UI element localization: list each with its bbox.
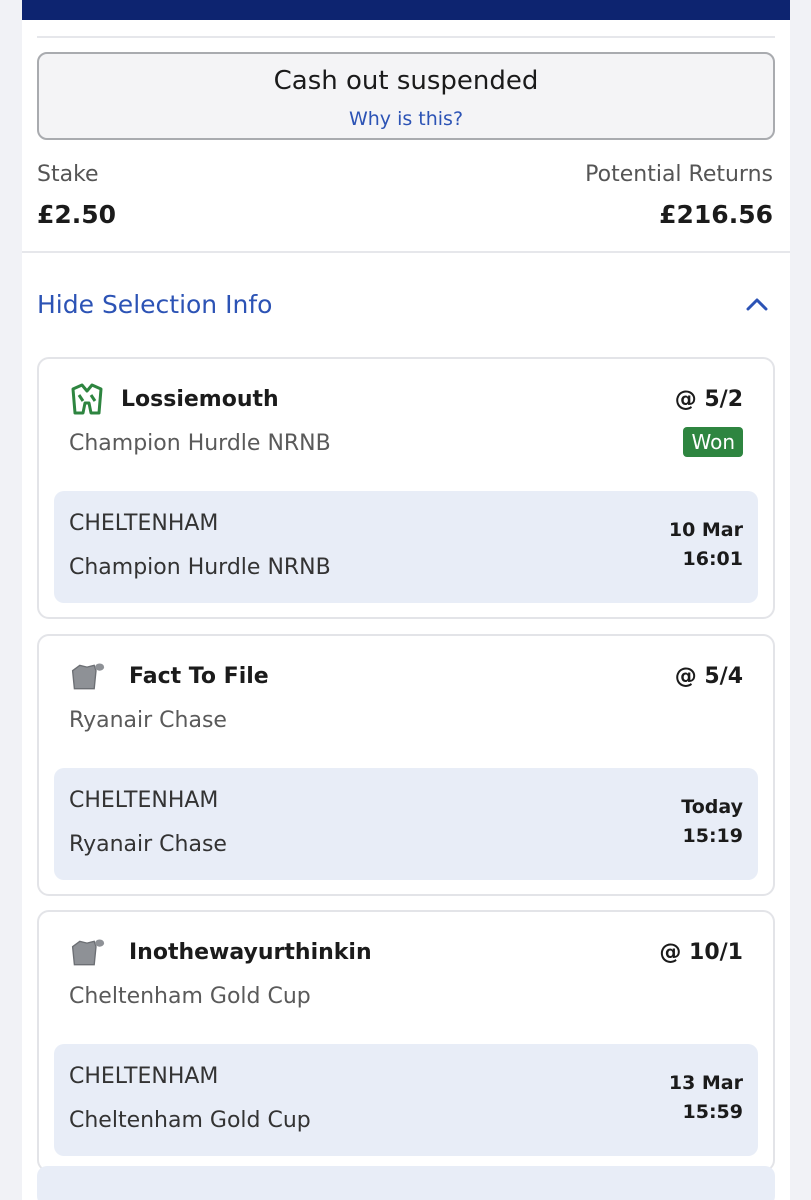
selection-card[interactable]: Lossiemouth @ 5/2 Champion Hurdle NRNB W… (37, 357, 775, 619)
next-selection-card-partial (37, 1166, 775, 1200)
selection-name: Fact To File (129, 664, 269, 689)
selection-odds: @ 10/1 (659, 940, 743, 965)
cashout-title: Cash out suspended (273, 66, 539, 96)
event-venue: CHELTENHAM (69, 1064, 219, 1089)
divider (22, 251, 790, 253)
selection-card[interactable]: Fact To File @ 5/4 Ryanair Chase CHELTEN… (37, 634, 775, 896)
potential-returns-label: Potential Returns (585, 162, 773, 187)
selection-market: Cheltenham Gold Cup (69, 984, 311, 1009)
header-bar (22, 0, 790, 20)
event-race: Cheltenham Gold Cup (69, 1108, 311, 1133)
stake-value: £2.50 (37, 200, 117, 229)
event-date: 13 Mar (668, 1072, 743, 1094)
selection-odds: @ 5/4 (674, 664, 743, 689)
event-time: 15:59 (682, 1101, 743, 1123)
page-gutter-left (0, 0, 22, 1200)
selection-name: Lossiemouth (121, 387, 279, 412)
jockey-silks-grey-icon (71, 663, 105, 690)
selection-market: Champion Hurdle NRNB (69, 431, 331, 456)
event-time: 15:19 (682, 825, 743, 847)
status-badge: Won (683, 427, 743, 457)
cashout-suspended-box: Cash out suspended Why is this? (37, 52, 775, 140)
event-race: Ryanair Chase (69, 832, 227, 857)
potential-returns-value: £216.56 (659, 200, 773, 229)
selection-odds: @ 5/2 (674, 387, 743, 412)
event-time: 16:01 (682, 548, 743, 570)
jockey-silks-grey-icon (71, 939, 105, 966)
event-venue: CHELTENHAM (69, 788, 219, 813)
event-info: CHELTENHAM Cheltenham Gold Cup 13 Mar 15… (54, 1044, 758, 1156)
why-is-this-link[interactable]: Why is this? (39, 108, 773, 130)
event-info: CHELTENHAM Ryanair Chase Today 15:19 (54, 768, 758, 880)
selection-market: Ryanair Chase (69, 708, 227, 733)
event-info: CHELTENHAM Champion Hurdle NRNB 10 Mar 1… (54, 491, 758, 603)
jockey-silks-green-icon (71, 383, 103, 415)
chevron-up-icon[interactable] (746, 296, 768, 312)
event-venue: CHELTENHAM (69, 511, 219, 536)
event-date: Today (681, 796, 743, 818)
selection-card[interactable]: Inothewayurthinkin @ 10/1 Cheltenham Gol… (37, 910, 775, 1172)
event-race: Champion Hurdle NRNB (69, 555, 331, 580)
selection-name: Inothewayurthinkin (129, 940, 372, 965)
event-date: 10 Mar (668, 519, 743, 541)
hide-selection-info-toggle[interactable]: Hide Selection Info (37, 290, 272, 319)
bet-detail-panel: Cash out suspended Why is this? Stake Po… (22, 20, 790, 1200)
stake-label: Stake (37, 162, 99, 187)
page-gutter-right (790, 0, 811, 1200)
divider (37, 36, 775, 38)
